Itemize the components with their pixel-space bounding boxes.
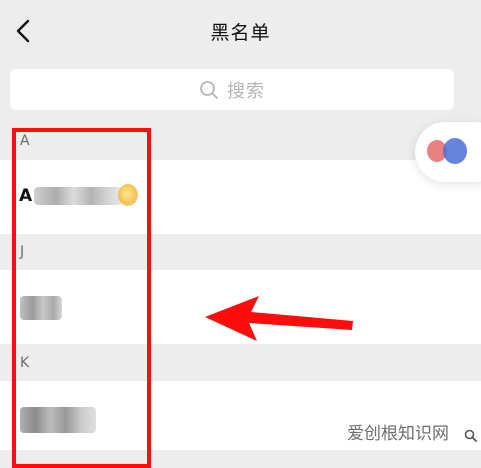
search-input[interactable]: 搜索 [10, 69, 454, 110]
search-icon [200, 80, 218, 99]
top-nav-bar: 黑名单 [0, 0, 481, 62]
blurred-contact-name [34, 187, 122, 205]
watermark-text: 爱创根知识网 [347, 424, 449, 444]
section-letter: K [20, 355, 30, 371]
section-letter: A [20, 133, 30, 149]
section-header-k: K [0, 344, 481, 381]
search-placeholder: 搜索 [227, 80, 265, 102]
contact-row-j[interactable] [0, 270, 481, 344]
contact-name-initial: A [19, 186, 33, 206]
blurred-avatar-blue [443, 138, 467, 164]
section-header-a: A [0, 124, 481, 160]
blurred-contact-name [20, 296, 62, 320]
floating-bubble[interactable] [415, 122, 481, 182]
page-title: 黑名单 [210, 22, 271, 44]
contact-row-a[interactable]: A [0, 160, 481, 234]
section-header-j: J [0, 234, 481, 270]
blurred-emoji [118, 184, 138, 206]
blurred-contact-name [20, 407, 96, 433]
section-letter: J [20, 244, 25, 260]
magnifier-icon [464, 429, 477, 442]
